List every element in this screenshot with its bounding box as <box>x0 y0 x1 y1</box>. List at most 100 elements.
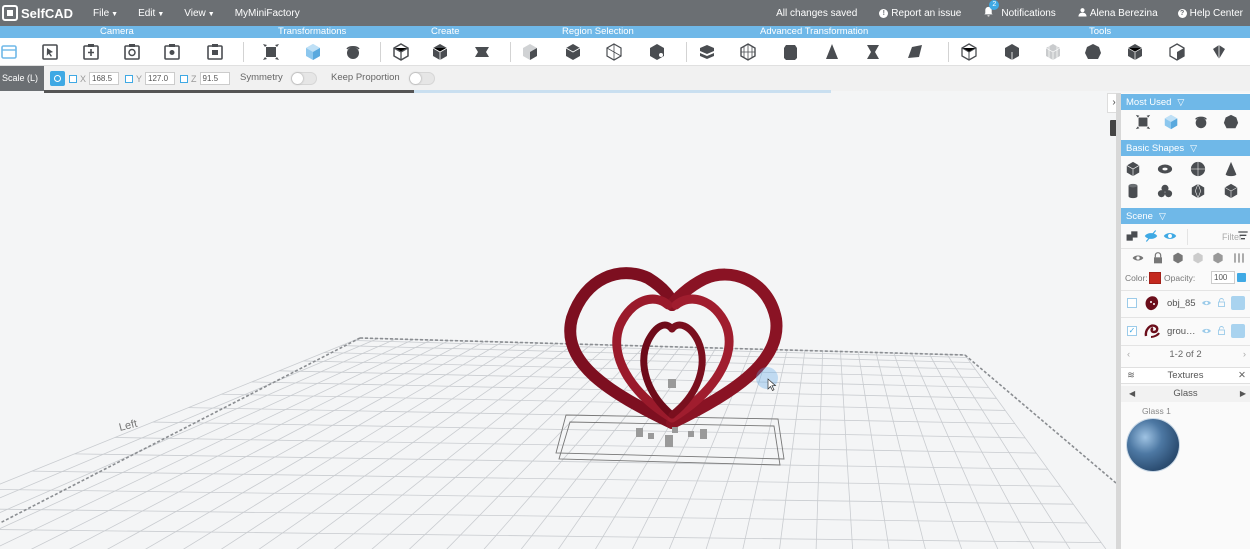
object-cube-icon[interactable] <box>1231 296 1245 310</box>
stitch-tool-icon[interactable] <box>1003 43 1021 61</box>
subdivide-tool-icon[interactable] <box>739 43 757 61</box>
show-all-icon[interactable] <box>1163 229 1177 243</box>
z-scale-input[interactable]: 91.5 <box>199 72 230 85</box>
x-lock-checkbox[interactable] <box>69 74 77 83</box>
menu-myminifactory[interactable]: MyMiniFactory <box>235 8 300 19</box>
z-lock-checkbox[interactable] <box>180 74 188 83</box>
keep-proportion-toggle[interactable] <box>409 72 435 85</box>
triangle-left-icon[interactable]: ◀ <box>1129 386 1135 402</box>
basic-shapes-header[interactable]: Basic Shapes ▽ <box>1121 140 1250 156</box>
knot-shape-icon[interactable] <box>1157 183 1173 199</box>
z-scale-field[interactable]: Z 91.5 <box>180 72 230 85</box>
sphere-tool-icon[interactable] <box>1223 114 1239 130</box>
taper-tool-icon[interactable] <box>823 43 841 61</box>
scene-header[interactable]: Scene ▽ <box>1121 208 1250 224</box>
camera-fit-icon[interactable] <box>206 43 224 61</box>
eye-icon[interactable] <box>1132 252 1144 264</box>
opacity-input[interactable]: 100 <box>1211 271 1235 284</box>
sphere-shape-icon[interactable] <box>1190 161 1206 177</box>
notifications-button[interactable]: 2 Notifications <box>983 0 1056 20</box>
camera-pan-icon[interactable] <box>82 43 100 61</box>
material-icon[interactable] <box>1212 252 1224 264</box>
bevel-tool-icon[interactable] <box>781 43 799 61</box>
visibility-eye-icon[interactable] <box>1201 326 1212 336</box>
rotate-tool-icon[interactable] <box>1193 114 1209 130</box>
menu-view[interactable]: View ▼ <box>184 8 214 19</box>
symmetry-toggle[interactable] <box>291 72 317 85</box>
sphere-tool-icon[interactable] <box>1084 43 1102 61</box>
y-scale-field[interactable]: Y 127.0 <box>125 72 176 85</box>
scale-tool-icon[interactable] <box>1163 114 1179 130</box>
y-lock-checkbox[interactable] <box>125 74 133 83</box>
report-issue-link[interactable]: ! Report an issue <box>879 8 961 19</box>
axis-label-left: Left <box>118 418 139 434</box>
create-extrude-icon[interactable] <box>473 43 491 61</box>
user-menu[interactable]: Alena Berezina <box>1078 7 1158 20</box>
menu-edit[interactable]: Edit ▼ <box>138 8 164 19</box>
camera-pointer-icon[interactable] <box>41 43 59 61</box>
close-icon[interactable]: ✕ <box>1238 368 1246 384</box>
scene-object-row[interactable]: ✓ grou… <box>1121 318 1250 345</box>
menu-file[interactable]: File ▼ <box>93 8 118 19</box>
group-tool-icon[interactable] <box>960 43 978 61</box>
pager-prev-icon[interactable]: ‹ <box>1127 347 1130 363</box>
textures-header[interactable]: ≋ Textures ✕ <box>1121 367 1250 384</box>
opacity-apply-checkbox[interactable] <box>1237 273 1246 282</box>
deform-tool-icon[interactable] <box>906 43 924 61</box>
camera-rotate-icon[interactable] <box>123 43 141 61</box>
select-edge-icon[interactable] <box>605 43 623 61</box>
create-shape-icon[interactable] <box>431 43 449 61</box>
object-select-checkbox[interactable]: ✓ <box>1127 326 1137 336</box>
create-cube-icon[interactable] <box>392 43 410 61</box>
slice-tool-icon[interactable] <box>1210 43 1228 61</box>
cylinder-shape-icon[interactable] <box>1125 183 1141 199</box>
solidify-tool-icon[interactable] <box>1168 43 1186 61</box>
torus-shape-icon[interactable] <box>1157 161 1173 177</box>
icosphere-shape-icon[interactable] <box>1190 183 1206 199</box>
lock-icon[interactable] <box>1217 325 1226 336</box>
cone-shape-icon[interactable] <box>1223 161 1239 177</box>
cube-shape-icon[interactable] <box>1125 161 1141 177</box>
3d-viewport[interactable]: Left <box>0 93 1116 549</box>
solid-cube-icon[interactable] <box>1172 252 1184 264</box>
sort-icon[interactable] <box>1237 230 1249 242</box>
scene-object-row[interactable]: obj_85 <box>1121 290 1250 317</box>
lock-icon[interactable] <box>1217 297 1226 308</box>
x-scale-field[interactable]: X 168.5 <box>69 72 120 85</box>
object-select-checkbox[interactable] <box>1127 298 1137 308</box>
hide-all-icon[interactable] <box>1144 229 1158 243</box>
move-tool-icon[interactable] <box>262 43 280 61</box>
move-tool-icon[interactable] <box>1135 114 1151 130</box>
twist-tool-icon[interactable] <box>864 43 882 61</box>
lock-icon[interactable] <box>1152 252 1164 264</box>
group-objects-icon[interactable] <box>1125 229 1139 243</box>
help-center-link[interactable]: ? Help Center <box>1177 8 1243 19</box>
wireframe-icon[interactable] <box>1192 252 1204 264</box>
y-scale-input[interactable]: 127.0 <box>145 72 176 85</box>
stretch-tool-icon[interactable] <box>698 43 716 61</box>
object-cube-icon[interactable] <box>1231 324 1245 338</box>
polyhedron-shape-icon[interactable] <box>1223 183 1239 199</box>
object-color-swatch[interactable] <box>1149 272 1161 284</box>
scale-tool-icon[interactable] <box>304 43 322 61</box>
selfcad-logo[interactable]: SelfCAD <box>0 0 79 26</box>
select-vertex-icon[interactable] <box>648 43 666 61</box>
glass-texture-swatch[interactable] <box>1127 419 1179 471</box>
x-scale-input[interactable]: 168.5 <box>89 72 120 85</box>
camera-home-icon[interactable] <box>0 43 18 61</box>
select-region-icon[interactable] <box>564 43 582 61</box>
scene-filter-input[interactable]: Filter <box>1187 229 1242 245</box>
most-used-header[interactable]: Most Used ▽ <box>1121 94 1250 110</box>
triangle-right-icon[interactable]: ▶ <box>1240 386 1246 402</box>
simplify-tool-icon[interactable] <box>1126 43 1144 61</box>
visibility-eye-icon[interactable] <box>1201 298 1212 308</box>
columns-icon[interactable] <box>1233 252 1245 264</box>
rotate-tool-icon[interactable] <box>344 43 362 61</box>
scale-pivot-button[interactable] <box>50 71 65 86</box>
camera-zoom-icon[interactable] <box>163 43 181 61</box>
texture-category-selector[interactable]: ◀ Glass ▶ <box>1121 386 1250 402</box>
selfcad-app: SelfCAD File ▼ Edit ▼ View ▼ MyMiniFactory … <box>0 0 1250 549</box>
pager-next-icon[interactable]: › <box>1243 347 1246 363</box>
mesh-tool-icon[interactable] <box>1044 43 1062 61</box>
select-face-icon[interactable] <box>521 43 539 61</box>
